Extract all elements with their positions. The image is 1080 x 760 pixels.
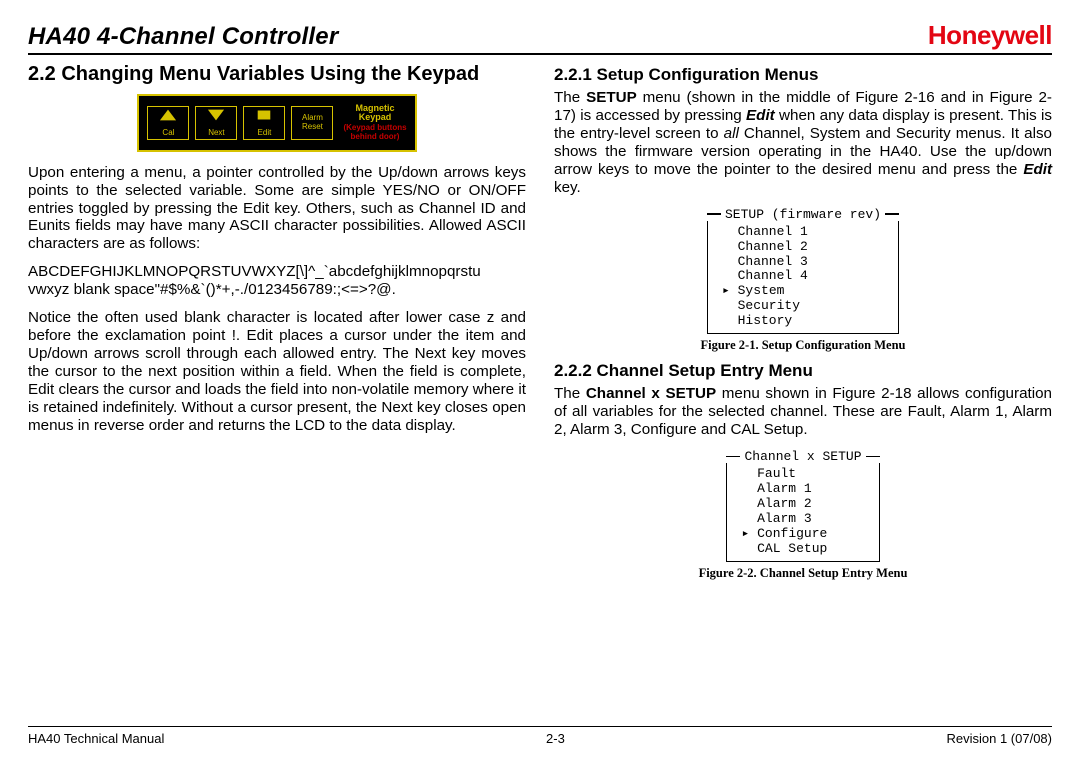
page: HA40 4-Channel Controller Honeywell 2.2 …	[0, 0, 1080, 760]
lcd2-title: Channel x SETUP	[744, 449, 861, 464]
lcd-row: Channel 1	[722, 225, 884, 240]
txt-bold: Channel x SETUP	[586, 385, 716, 402]
keypad-reset-label: Reset	[302, 123, 323, 132]
txt: The	[554, 385, 586, 402]
lcd-row: Channel 2	[722, 240, 884, 255]
keypad-side-note-a: (Keypad buttons	[343, 124, 406, 132]
left-column: 2.2 Changing Menu Variables Using the Ke…	[28, 63, 526, 585]
hline-icon	[866, 456, 880, 458]
lcd1-body: Channel 1 Channel 2 Channel 3 Channel 4▸…	[707, 221, 899, 335]
txt-italic: all	[724, 125, 739, 142]
lcd-row: CAL Setup	[741, 542, 864, 557]
lcd-row: ▸ Configure	[741, 527, 864, 542]
right-paragraph-2: The Channel x SETUP menu shown in Figure…	[554, 385, 1052, 439]
right-paragraph-1: The SETUP menu (shown in the middle of F…	[554, 89, 1052, 197]
lcd2-title-row: Channel x SETUP	[726, 449, 879, 464]
footer-row: HA40 Technical Manual 2-3 Revision 1 (07…	[28, 731, 1052, 746]
lcd-setup-menu: SETUP (firmware rev) Channel 1 Channel 2…	[707, 207, 899, 335]
magnetic-keypad: Cal Next Edit Al	[137, 94, 416, 152]
left-paragraph-2: Notice the often used blank character is…	[28, 309, 526, 435]
keypad-figure: Cal Next Edit Al	[28, 94, 526, 152]
hline-icon	[726, 456, 740, 458]
content-columns: 2.2 Changing Menu Variables Using the Ke…	[28, 63, 1052, 585]
section-2-2-2-heading: 2.2.2 Channel Setup Entry Menu	[554, 361, 1052, 381]
down-arrow-icon	[207, 108, 225, 127]
page-title: HA40 4-Channel Controller	[28, 23, 338, 51]
section-2-2-heading: 2.2 Changing Menu Variables Using the Ke…	[28, 63, 526, 86]
txt: key.	[554, 179, 581, 196]
keypad-cal-label: Cal	[162, 129, 174, 137]
hline-icon	[885, 213, 899, 215]
footer-rule	[28, 726, 1052, 728]
ascii-line-1: ABCDEFGHIJKLMNOPQRSTUVWXYZ[\]^_`abcdefgh…	[28, 263, 526, 281]
ascii-line-2: vwxyz blank space"#$%&`()*+,-./012345678…	[28, 281, 526, 299]
left-paragraph-1: Upon entering a menu, a pointer controll…	[28, 164, 526, 254]
txt-bold: SETUP	[586, 89, 637, 106]
section-2-2-1-heading: 2.2.1 Setup Configuration Menus	[554, 65, 1052, 85]
lcd-row: ▸ System	[722, 284, 884, 299]
lcd1-title-row: SETUP (firmware rev)	[707, 207, 899, 222]
lcd2-body: Fault Alarm 1 Alarm 2 Alarm 3▸ Configure…	[726, 463, 879, 562]
page-header: HA40 4-Channel Controller Honeywell	[28, 20, 1052, 55]
right-column: 2.2.1 Setup Configuration Menus The SETU…	[554, 63, 1052, 585]
edit-rect-icon	[255, 108, 273, 127]
lcd-row: Alarm 2	[741, 497, 864, 512]
lcd-row: Security	[722, 299, 884, 314]
keypad-side-text: Magnetic Keypad (Keypad buttons behind d…	[343, 104, 406, 142]
keypad-edit-label: Edit	[258, 129, 272, 137]
hline-icon	[707, 213, 721, 215]
keypad-edit-button: Edit	[243, 106, 285, 140]
lcd-row: Alarm 1	[741, 482, 864, 497]
lcd-row: Channel 3	[722, 255, 884, 270]
lcd-channel-setup-menu: Channel x SETUP Fault Alarm 1 Alarm 2 Al…	[726, 449, 879, 562]
lcd-row: History	[722, 314, 884, 329]
up-arrow-icon	[159, 108, 177, 127]
brand-logo: Honeywell	[928, 20, 1052, 51]
txt-bolditalic: Edit	[746, 107, 775, 124]
lcd-row: Alarm 3	[741, 512, 864, 527]
txt-bolditalic: Edit	[1023, 161, 1052, 178]
keypad-alarm-reset-button: Alarm Reset	[291, 106, 333, 140]
page-footer: HA40 Technical Manual 2-3 Revision 1 (07…	[28, 726, 1052, 747]
footer-left: HA40 Technical Manual	[28, 731, 164, 746]
keypad-alarm-label: Alarm	[302, 114, 323, 123]
keypad-down-button: Next	[195, 106, 237, 140]
keypad-next-label: Next	[208, 129, 224, 137]
figure-2-2: Channel x SETUP Fault Alarm 1 Alarm 2 Al…	[554, 449, 1052, 581]
figure-2-1: SETUP (firmware rev) Channel 1 Channel 2…	[554, 207, 1052, 354]
keypad-side-title-b: Keypad	[343, 113, 406, 122]
txt: The	[554, 89, 586, 106]
lcd-row: Fault	[741, 467, 864, 482]
footer-center: 2-3	[546, 731, 565, 746]
figure-2-2-caption: Figure 2-2. Channel Setup Entry Menu	[699, 566, 908, 581]
lcd1-title: SETUP (firmware rev)	[725, 207, 881, 222]
lcd-row: Channel 4	[722, 269, 884, 284]
keypad-up-button: Cal	[147, 106, 189, 140]
keypad-side-note-b: behind door)	[343, 133, 406, 141]
figure-2-1-caption: Figure 2-1. Setup Configuration Menu	[701, 338, 906, 353]
footer-right: Revision 1 (07/08)	[946, 731, 1052, 746]
